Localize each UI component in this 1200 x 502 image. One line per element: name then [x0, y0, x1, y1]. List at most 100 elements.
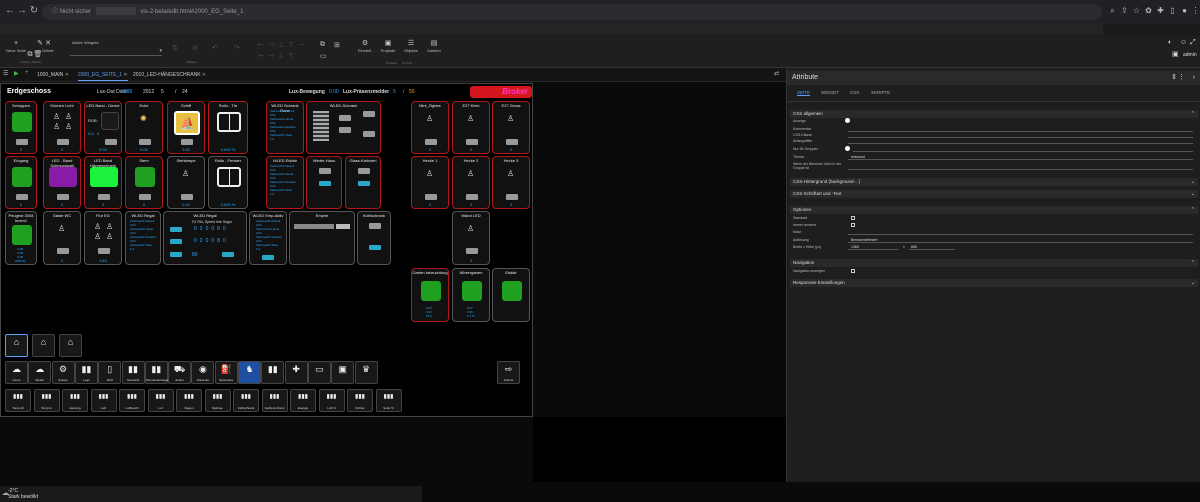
chart-nav-button[interactable]: ▮▮▮ Kühlsc [347, 389, 373, 412]
anfangsfilter-row[interactable]: Anfangsfilter [793, 139, 1193, 145]
wled-regal-info-widget[interactable]: WLED Regal Verbraucht Aktuell 0.01 Verbra… [125, 211, 161, 265]
align-right-icon[interactable]: ⊥ [278, 41, 284, 49]
play-icon[interactable]: ▶ [14, 70, 19, 77]
nav-button[interactable]: ⇨ Zurück [497, 361, 520, 384]
gaeste-wc-widget[interactable]: Gäste WC ♙ 0 [43, 211, 81, 265]
eingang-widget[interactable]: Eingang 0 [5, 156, 37, 209]
toggle[interactable] [181, 194, 193, 200]
nav-checkbox[interactable] [851, 269, 855, 273]
chart-nav-button[interactable]: ▮▮▮ Gefrierschrank [261, 389, 288, 412]
lock-widget-icon[interactable]: ⊘ [192, 44, 198, 52]
chart-nav-button[interactable]: ▮▮▮ Regen [176, 389, 202, 412]
align-middle-icon[interactable]: ⊣ [268, 52, 274, 60]
add-page-icon[interactable]: + [25, 70, 29, 76]
wled-schrank-widget[interactable]: WLED-Schrank [306, 101, 381, 154]
sidebar-icon[interactable]: ▯ [1168, 6, 1177, 15]
toggle[interactable] [98, 194, 110, 200]
align-icon[interactable]: ⇅ [172, 44, 178, 52]
nav-button[interactable]: ⚙ System [51, 361, 75, 384]
nav-button[interactable]: ☁ Home [5, 361, 28, 384]
wled-toggle[interactable] [363, 111, 375, 117]
toggle[interactable] [369, 223, 381, 229]
schuppen-button[interactable] [12, 112, 32, 132]
schuppen-toggle[interactable] [16, 139, 28, 145]
chart-nav-button[interactable]: ▮▮▮ Spülma. [204, 389, 231, 412]
nav-button[interactable]: ▮▮ Logs [74, 361, 98, 384]
peugeot-button[interactable] [12, 225, 32, 245]
ship-icon[interactable]: ⛵ [174, 111, 200, 135]
external-link-icon[interactable]: ⧉ [320, 41, 325, 49]
section-css-general[interactable]: CSS allgemein ⌃ [790, 110, 1198, 118]
schiff-widget[interactable]: Schiff ⛵ 0.00 [167, 101, 205, 154]
chart-nav-button[interactable]: ▮▮▮ Luft [90, 389, 117, 412]
section-css-background[interactable]: CSS-Hintergrund (background-...) ⌄ [790, 178, 1198, 186]
chart-nav-button[interactable]: ▮▮▮ Luftfeucht [119, 389, 145, 412]
wintergarten-widget[interactable]: Wintergarten 0.07 0.16 0.1 % [452, 268, 490, 322]
rollo-fenster-widget[interactable]: Rollo - Fenster 0.000 % [208, 156, 248, 209]
toggle[interactable] [466, 194, 478, 200]
stern-widget[interactable]: Stern 0 [125, 156, 163, 209]
vis-canvas[interactable]: Erdgeschoss Lux-Out Door 6988 2012 5 / 2… [0, 83, 533, 417]
star-icon[interactable]: ☆ [1132, 6, 1141, 15]
toggle[interactable] [358, 168, 370, 174]
house-floor-button[interactable]: ⌂ [59, 334, 82, 357]
settings-button[interactable]: ⚙ Einstell. [353, 39, 377, 53]
toggle[interactable] [16, 194, 28, 200]
led-band-schmuck-widget[interactable]: LED - Band Schmuckwall 0 [43, 156, 81, 209]
wled-eisbar-widget[interactable]: WLED Eisbär Verbraucht Aktuell 0.01 Verbr… [266, 156, 304, 209]
wled-toggle[interactable] [339, 115, 351, 121]
align-center-icon[interactable]: ⊣ [268, 41, 274, 49]
toggle[interactable] [466, 139, 478, 145]
tab-2000-eg-seite-1[interactable]: 2000_EG_SEITE_1 ✕ [78, 70, 128, 81]
purple-color-button[interactable] [49, 167, 77, 187]
house-floor-button[interactable]: ⌂ [5, 334, 28, 357]
standard-checkbox[interactable] [851, 216, 855, 220]
screen-icon[interactable]: ▭ [320, 52, 327, 60]
toggle[interactable] [98, 248, 110, 254]
winter-haus-widget[interactable]: Winter-Haus [306, 156, 342, 209]
active-widgets-select[interactable]: ▾ [70, 48, 162, 56]
wled-toggle[interactable] [363, 131, 375, 137]
tab-1000-main[interactable]: 1000_MAIN ✕ [37, 70, 69, 81]
toggle[interactable] [425, 194, 437, 200]
schuppen-widget[interactable]: Schuppen 0 [5, 101, 37, 154]
align-bottom-icon[interactable]: ⊢ [258, 52, 264, 60]
ecke-toggle[interactable] [139, 139, 151, 145]
chart-nav-button[interactable]: ▮▮▮ Luf [147, 389, 174, 412]
flur-eg-widget[interactable]: Flur EG ♙ ♙ ♙ ♙ 1/40 [84, 211, 122, 265]
share-icon[interactable]: ⇪ [1120, 6, 1129, 15]
nav-button[interactable]: ♞ [238, 361, 261, 384]
address-bar[interactable]: ⓘ Nicht sicher vis-2-beta/edit.html#2000… [42, 4, 1102, 20]
kuehlschrank-widget[interactable]: Kühlschrank [357, 211, 391, 265]
menu-icon[interactable]: ⋮ [1191, 6, 1200, 15]
hecke1-widget[interactable]: Hecke 1 ♙ 0 [411, 156, 449, 209]
collapse-icon[interactable]: ⇕ [1171, 71, 1177, 85]
wled-regal-control-widget[interactable]: WLED Regal FX PAL Speed Inte Segm 020080… [163, 211, 247, 265]
wled-schrank-done-widget[interactable]: WLED Schrank Done Verbraucht Aktuell 0.01… [266, 101, 304, 154]
eisbaer-widget[interactable]: Eisbär [492, 268, 530, 322]
tab-2010-led[interactable]: 2010_LED-HÄNGESCHRANK ✕ [133, 70, 206, 81]
nav-button[interactable]: ✚ [284, 361, 308, 384]
chart-nav-button[interactable]: ▮▮▮ Heizung [62, 389, 88, 412]
window-icon[interactable] [217, 167, 241, 187]
nav-button[interactable]: ◉ Kameras [191, 361, 215, 384]
tab-css[interactable]: CSS [850, 90, 859, 95]
slider[interactable] [170, 239, 182, 244]
toggle[interactable] [506, 139, 518, 145]
toggle[interactable] [425, 139, 437, 145]
eingang-button[interactable] [12, 167, 32, 187]
nav-button[interactable]: ⛽ Spritpreise [214, 361, 238, 384]
pin-icon[interactable]: ⋮ [1178, 71, 1185, 85]
align-top-icon[interactable]: ⊤ [288, 41, 294, 49]
toggle[interactable] [139, 194, 151, 200]
rollo-tuer-widget[interactable]: Rollo - Tür 0.000 % [208, 101, 248, 154]
redo-icon[interactable]: ↷ [234, 44, 240, 52]
nav-button[interactable]: ▮▮ Stundenanzeiger [144, 361, 168, 384]
tab-skripte[interactable]: SKRIPTE [871, 90, 890, 95]
chart-nav-button[interactable]: ▮▮▮ Solar % [375, 389, 402, 412]
mini-zigbee-widget[interactable]: Mini_Zigbee ♙ 0 [411, 101, 449, 154]
stehlampe-widget[interactable]: Stehlampe ♙ 0.20 [167, 156, 205, 209]
nav-button[interactable]: ⛟ Zeiten [168, 361, 192, 384]
window-icon[interactable] [217, 112, 241, 132]
led-band-haenge-widget[interactable]: LED Band Hängeschrank 0 [84, 156, 122, 209]
